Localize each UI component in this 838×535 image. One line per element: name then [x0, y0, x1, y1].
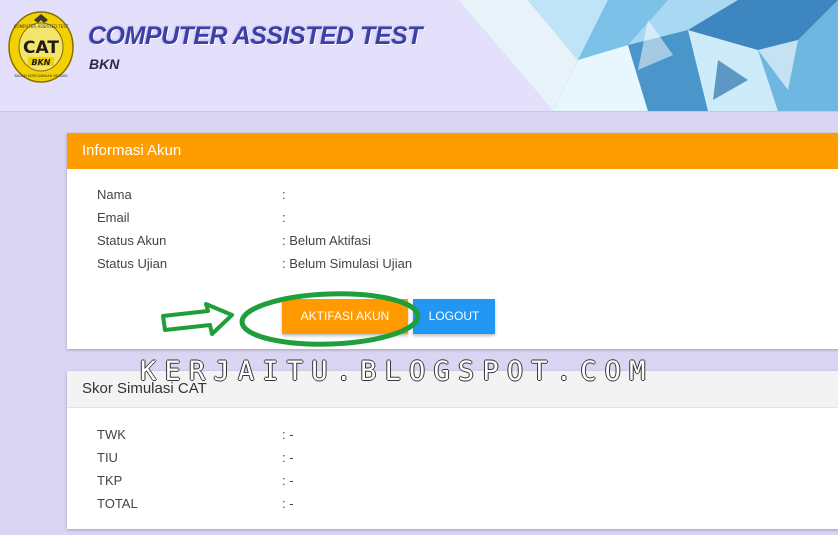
pointer-arrow-icon: [161, 302, 234, 336]
app-title: COMPUTER ASSISTED TEST: [88, 22, 422, 50]
score-value: : -: [282, 473, 294, 488]
score-label: TIU: [97, 450, 118, 465]
crystal-banner: [458, 0, 838, 111]
account-value: :: [282, 210, 286, 225]
account-value: : Belum Aktifasi: [282, 233, 371, 248]
score-label: TWK: [97, 427, 126, 442]
score-value: : -: [282, 496, 294, 511]
app-header: CAT BKN COMPUTER ASSISTED TEST BADAN KEP…: [0, 0, 838, 112]
account-label: Status Akun: [97, 233, 167, 248]
cat-bkn-logo: CAT BKN COMPUTER ASSISTED TEST BADAN KEP…: [8, 11, 74, 83]
account-value: : Belum Simulasi Ujian: [282, 256, 413, 271]
highlight-oval: [239, 291, 421, 347]
blog-watermark: KERJAITU.BLOGSPOT.COM: [140, 356, 654, 387]
logo-ring-bottom-text: BADAN KEPEGAWAIAN NEGARA: [14, 74, 68, 78]
account-label: Status Ujian: [97, 256, 168, 271]
logo-bkn-text: BKN: [32, 58, 51, 67]
score-label: TKP: [97, 473, 123, 488]
account-value: :: [282, 187, 286, 202]
score-value: : -: [282, 427, 294, 442]
app-subtitle: BKN: [89, 56, 120, 72]
score-value: : -: [282, 450, 294, 465]
logo-cat-text: CAT: [23, 38, 59, 58]
score-label: TOTAL: [97, 496, 138, 511]
score-panel: Skor Simulasi CAT TWK : - TIU : - TKP : …: [67, 371, 838, 529]
account-label: Email: [97, 210, 130, 225]
account-panel-title: Informasi Akun: [67, 133, 838, 169]
account-label: Nama: [97, 187, 132, 202]
logo-ring-top-text: COMPUTER ASSISTED TEST: [14, 24, 69, 29]
